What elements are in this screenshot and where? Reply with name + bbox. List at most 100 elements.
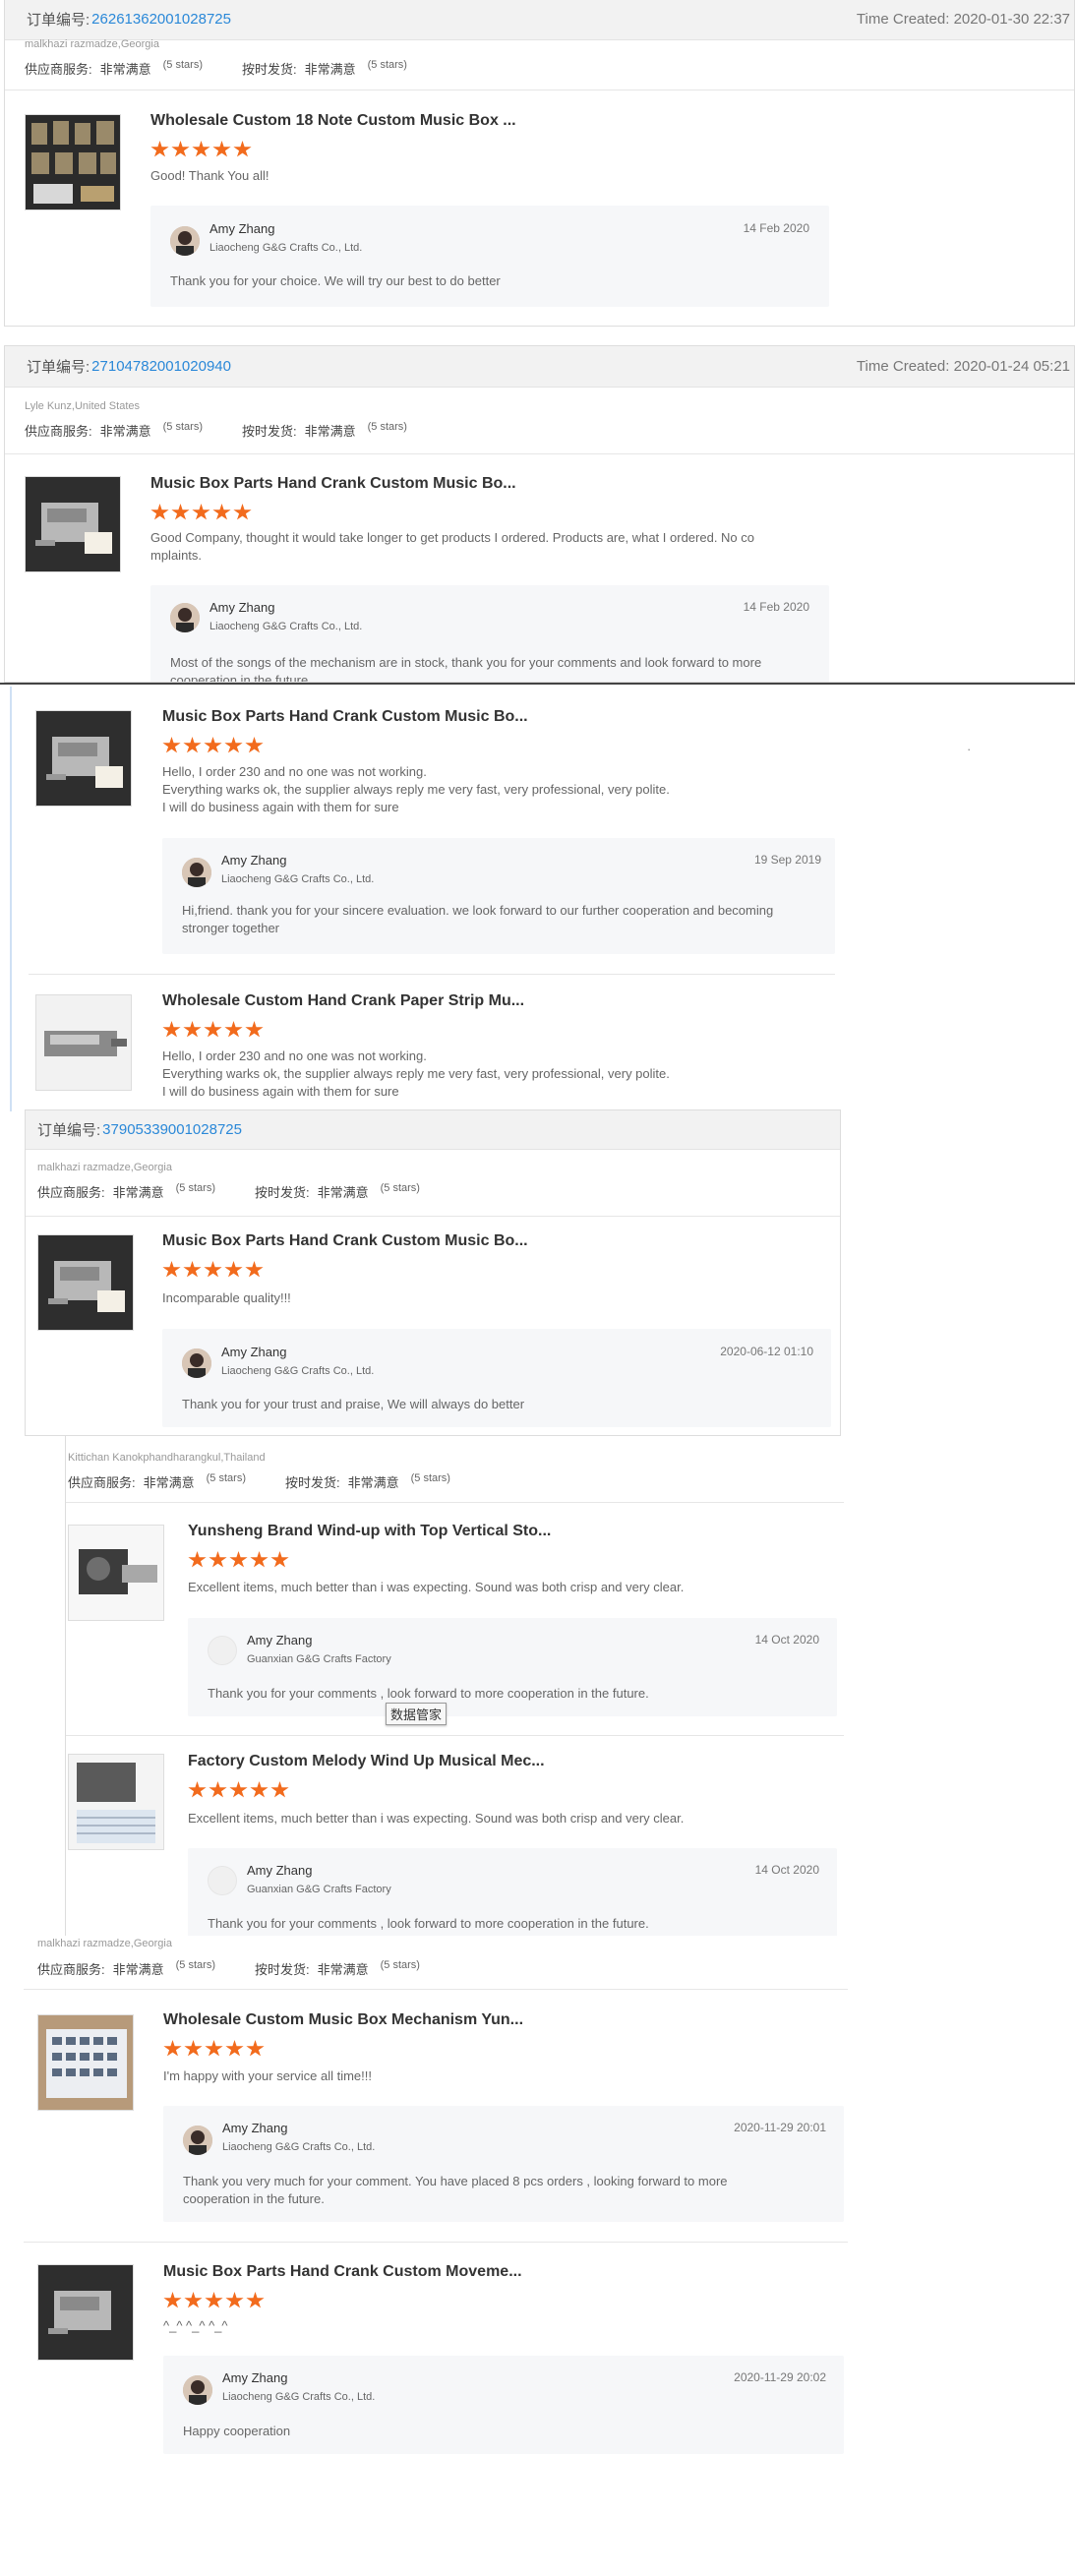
reply-text: Thank you for your comments , look forwa… xyxy=(208,1686,649,1701)
product-thumbnail[interactable] xyxy=(37,2014,134,2111)
star-icon xyxy=(233,504,252,520)
star-icon xyxy=(183,737,202,753)
star-icon xyxy=(162,1021,181,1038)
reply-company: Liaocheng G&G Crafts Co., Ltd. xyxy=(222,2391,376,2403)
reply-text: Thank you for your choice. We will try o… xyxy=(170,273,501,288)
reply-text: Most of the songs of the mechanism are i… xyxy=(170,655,762,683)
product-thumbnail[interactable] xyxy=(35,710,132,807)
product-thumbnail[interactable] xyxy=(68,1754,164,1850)
supplier-service-stars: (5 stars) xyxy=(162,59,203,71)
supplier-service-stars: (5 stars) xyxy=(175,1182,215,1194)
star-icon xyxy=(245,1261,264,1278)
reply-author: Amy Zhang xyxy=(209,221,275,236)
star-icon xyxy=(233,141,252,157)
product-thumbnail[interactable] xyxy=(25,476,121,572)
order-header: 订单编号: 37905339001028725 xyxy=(26,1110,840,1150)
supplier-reply: Amy Zhang Guanxian G&G Crafts Factory 14… xyxy=(188,1848,837,1946)
star-icon xyxy=(204,1021,222,1038)
supplier-avatar xyxy=(183,2375,212,2405)
reply-author: Amy Zhang xyxy=(222,2121,288,2135)
divider xyxy=(66,1735,844,1736)
star-icon xyxy=(270,1781,289,1798)
product-title-link[interactable]: Yunsheng Brand Wind-up with Top Vertical… xyxy=(188,1523,551,1540)
product-thumbnail[interactable] xyxy=(35,994,132,1091)
product-thumbnail[interactable] xyxy=(25,114,121,210)
star-icon xyxy=(163,2040,182,2057)
order-number-link[interactable]: 37905339001028725 xyxy=(102,1121,242,1138)
supplier-service-value: 非常满意 xyxy=(99,424,151,439)
star-icon xyxy=(171,141,190,157)
reply-date: 14 Feb 2020 xyxy=(743,600,809,614)
star-rating xyxy=(162,1261,264,1279)
supplier-service-label: 供应商服务: xyxy=(68,1475,136,1490)
product-title-link[interactable]: Wholesale Custom Hand Crank Paper Strip … xyxy=(162,992,524,1010)
reply-company: Guanxian G&G Crafts Factory xyxy=(247,1884,391,1895)
reply-company: Liaocheng G&G Crafts Co., Ltd. xyxy=(221,873,375,885)
order-number-link[interactable]: 27104782001020940 xyxy=(91,358,231,375)
star-icon xyxy=(224,1261,243,1278)
product-title-link[interactable]: Wholesale Custom 18 Note Custom Music Bo… xyxy=(150,112,516,130)
reply-text: Hi,friend. thank you for your sincere ev… xyxy=(182,903,774,935)
buyer-name: Kittichan Kanokphandharangkul,Thailand xyxy=(68,1452,266,1464)
star-icon xyxy=(246,2292,265,2308)
star-rating xyxy=(188,1551,289,1569)
supplier-service-stars: (5 stars) xyxy=(162,421,203,433)
order-card: 订单编号: 26261362001028725 Time Created: 20… xyxy=(4,0,1075,327)
product-image xyxy=(26,477,120,571)
product-title-link[interactable]: Music Box Parts Hand Crank Custom Music … xyxy=(150,475,516,493)
screenshot-seam xyxy=(0,683,1075,685)
reply-author: Amy Zhang xyxy=(221,853,287,868)
reply-date: 2020-11-29 20:01 xyxy=(734,2121,826,2134)
product-thumbnail[interactable] xyxy=(37,2264,134,2361)
product-title-link[interactable]: Music Box Parts Hand Crank Custom Music … xyxy=(162,708,528,726)
star-icon xyxy=(184,2292,203,2308)
product-title-link[interactable]: Factory Custom Melody Wind Up Musical Me… xyxy=(188,1753,545,1770)
star-icon xyxy=(250,1551,269,1568)
reply-text: Thank you very much for your comment. Yo… xyxy=(183,2174,728,2206)
product-image xyxy=(38,2265,133,2360)
product-image xyxy=(38,2015,133,2110)
star-rating xyxy=(188,1781,289,1799)
product-title-link[interactable]: Music Box Parts Hand Crank Custom Music … xyxy=(162,1232,528,1250)
review-text: Good Company, thought it would take long… xyxy=(150,530,754,563)
review-text: Excellent items, much better than i was … xyxy=(188,1811,685,1826)
reply-author: Amy Zhang xyxy=(222,2370,288,2385)
data-manager-tooltip[interactable]: 数据管家 xyxy=(386,1703,448,1725)
order-header: 订单编号: 26261362001028725 Time Created: 20… xyxy=(5,0,1074,40)
supplier-service-stars: (5 stars) xyxy=(175,1959,215,1971)
order-created-time: Time Created: 2020-01-24 05:21 xyxy=(856,358,1070,375)
product-thumbnail[interactable] xyxy=(68,1525,164,1621)
product-title-link[interactable]: Wholesale Custom Music Box Mechanism Yun… xyxy=(163,2011,523,2029)
star-rating xyxy=(162,737,264,754)
supplier-service-label: 供应商服务: xyxy=(25,62,92,77)
review-text: Incomparable quality!!! xyxy=(162,1290,291,1305)
star-icon xyxy=(150,141,169,157)
on-time-label: 按时发货: xyxy=(254,1962,310,1977)
order-card: 订单编号: 37905339001028725 malkhazi razmadz… xyxy=(25,1109,841,1436)
product-thumbnail[interactable] xyxy=(37,1234,134,1331)
star-rating xyxy=(150,141,252,158)
star-icon xyxy=(225,2292,244,2308)
on-time-stars: (5 stars) xyxy=(410,1472,450,1484)
supplier-avatar xyxy=(170,603,200,632)
reply-date: 14 Feb 2020 xyxy=(743,221,809,235)
order-created-time: Time Created: 2020-01-30 22:37 xyxy=(856,11,1070,28)
reply-date: 19 Sep 2019 xyxy=(753,853,821,867)
reply-company: Liaocheng G&G Crafts Co., Ltd. xyxy=(221,1365,375,1377)
reply-author: Amy Zhang xyxy=(221,1345,287,1359)
order-number-label: 订单编号: xyxy=(27,12,90,29)
star-icon xyxy=(270,1551,289,1568)
product-title-link[interactable]: Music Box Parts Hand Crank Custom Moveme… xyxy=(163,2263,522,2281)
divider xyxy=(29,974,835,975)
star-icon xyxy=(250,1781,269,1798)
star-icon xyxy=(245,1021,264,1038)
order-number-link[interactable]: 26261362001028725 xyxy=(91,11,231,28)
star-icon xyxy=(162,737,181,753)
rating-summary: 供应商服务: 非常满意 (5 stars) 按时发货: 非常满意 (5 star… xyxy=(37,1959,420,1978)
divider xyxy=(66,1502,844,1503)
stray-dot: · xyxy=(967,742,972,756)
scrollbar-track xyxy=(10,687,12,1111)
supplier-reply: Amy Zhang Liaocheng G&G Crafts Co., Ltd.… xyxy=(162,838,835,954)
supplier-service-value: 非常满意 xyxy=(112,1185,164,1200)
star-icon xyxy=(204,737,222,753)
